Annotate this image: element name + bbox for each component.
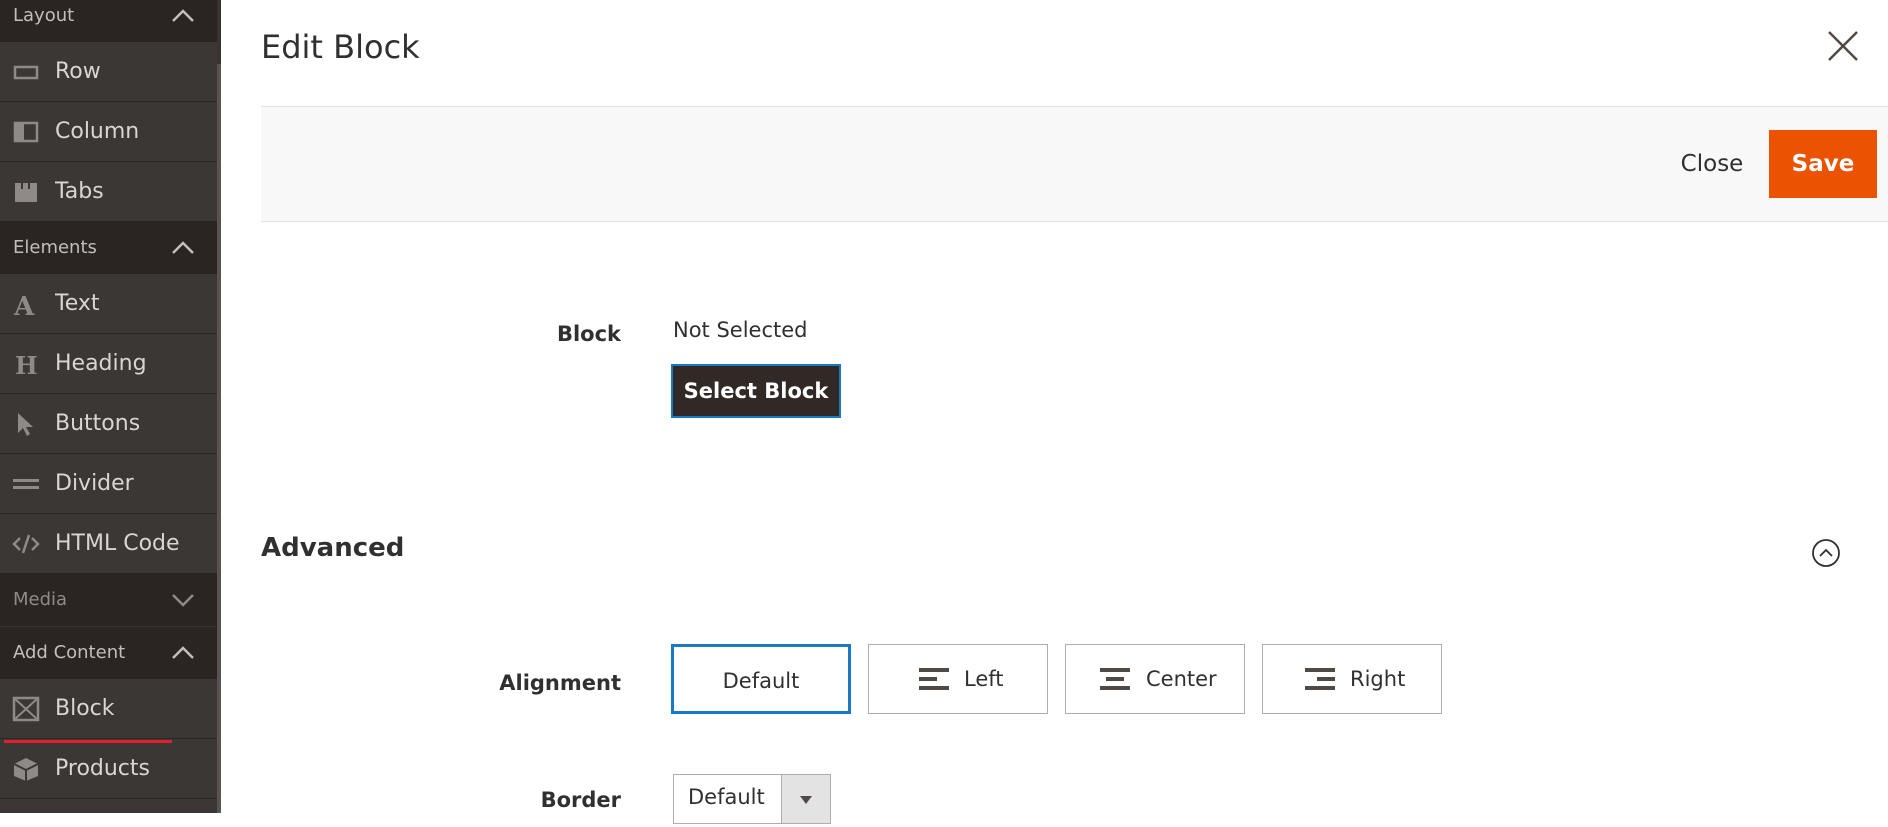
text-icon: A [13, 292, 35, 317]
sidebar-item-heading[interactable]: H Heading [0, 334, 217, 394]
sidebar-item-label: Heading [55, 351, 147, 376]
cursor-icon [18, 413, 33, 436]
border-select-arrow[interactable] [781, 775, 830, 823]
sidebar-item-label: Buttons [55, 411, 141, 436]
sidebar-item-label: Block [55, 696, 115, 721]
chevron-up-icon [172, 9, 194, 22]
alignment-default-button[interactable]: Default [671, 644, 851, 714]
alignment-option-label: Default [722, 669, 800, 693]
sidebar-item-label: Divider [55, 471, 134, 496]
sidebar-item-tabs[interactable]: Tabs [0, 162, 217, 222]
section-title-add-content: Add Content [13, 642, 126, 663]
sidebar-item-more [0, 799, 217, 813]
border-select-value: Default [688, 785, 765, 809]
chevron-up-icon [172, 646, 194, 659]
alignment-option-label: Center [1146, 667, 1217, 691]
products-icon [13, 758, 39, 781]
sidebar-item-products[interactable]: Products [0, 739, 217, 799]
edit-block-modal: Edit Block Close Save Block Not Selected… [221, 0, 1888, 824]
sidebar-item-row[interactable]: Row [0, 42, 217, 102]
sidebar-item-html-code[interactable]: HTML Code [0, 514, 217, 574]
section-title-layout: Layout [13, 5, 75, 26]
row-icon [13, 65, 39, 80]
code-icon [12, 534, 40, 554]
section-title-media: Media [13, 589, 68, 610]
select-block-button[interactable]: Select Block [671, 364, 841, 418]
sidebar-item-label: Row [55, 59, 101, 84]
section-header-media[interactable]: Media [0, 574, 217, 626]
svg-text:H: H [15, 351, 38, 377]
divider-icon [13, 479, 39, 489]
sidebar-item-label: Column [55, 119, 140, 144]
annotation-underline [4, 740, 172, 743]
sidebar-item-label: Tabs [55, 179, 104, 204]
modal-title: Edit Block [261, 28, 420, 66]
sidebar-item-label: Text [55, 291, 100, 316]
close-icon[interactable] [1825, 28, 1861, 64]
sidebar-item-divider[interactable]: Divider [0, 454, 217, 514]
heading-icon: H [15, 351, 38, 377]
collapse-circle-icon[interactable] [1811, 538, 1841, 568]
sidebar-item-block[interactable]: Block [0, 679, 217, 739]
block-field-label: Block [556, 322, 621, 346]
block-icon [12, 696, 40, 722]
save-button[interactable]: Save [1769, 130, 1877, 198]
section-title-elements: Elements [13, 237, 97, 258]
chevron-up-icon [172, 241, 194, 254]
modal-action-bar: Close Save [261, 106, 1888, 222]
section-header-layout[interactable]: Layout [0, 0, 217, 42]
advanced-section-title[interactable]: Advanced [261, 533, 404, 563]
border-select[interactable]: Default [673, 774, 831, 824]
align-center-icon [1100, 668, 1130, 690]
sidebar-item-text[interactable]: A Text [0, 274, 217, 334]
alignment-option-label: Right [1350, 667, 1406, 691]
section-header-add-content[interactable]: Add Content [0, 627, 217, 679]
svg-text:A: A [13, 292, 35, 317]
alignment-right-button[interactable]: Right [1262, 644, 1442, 714]
block-value: Not Selected [673, 318, 808, 342]
sidebar-item-buttons[interactable]: Buttons [0, 394, 217, 454]
sidebar-item-column[interactable]: Column [0, 102, 217, 162]
alignment-left-button[interactable]: Left [868, 644, 1048, 714]
border-field-label: Border [540, 788, 621, 812]
alignment-option-label: Left [964, 667, 1004, 691]
sidebar-item-label: Products [55, 756, 150, 781]
sidebar-item-label: HTML Code [55, 531, 180, 556]
align-left-icon [919, 668, 949, 690]
section-header-elements[interactable]: Elements [0, 222, 217, 274]
tabs-icon [15, 183, 37, 202]
align-right-icon [1305, 668, 1335, 690]
chevron-down-icon [172, 594, 194, 607]
column-icon [13, 121, 39, 143]
caret-down-icon [800, 796, 812, 804]
alignment-field-label: Alignment [499, 671, 621, 695]
alignment-center-button[interactable]: Center [1065, 644, 1245, 714]
content-types-sidebar: Layout Row Column Tabs Elements A Text H… [0, 0, 221, 813]
close-button[interactable]: Close [1657, 131, 1767, 197]
